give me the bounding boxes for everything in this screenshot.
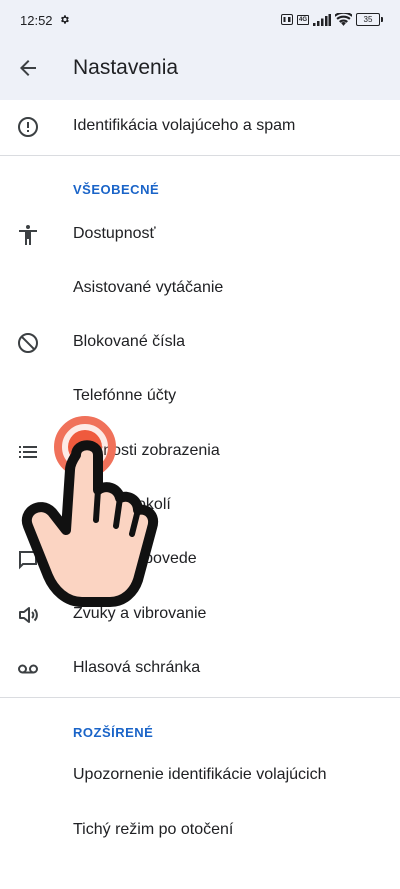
settings-item-voicemail[interactable]: Hlasová schránka bbox=[0, 642, 400, 696]
network-type: 4G bbox=[296, 14, 309, 25]
settings-item-label: Telefónne účty bbox=[73, 387, 177, 404]
settings-item-phone-accounts[interactable]: Telefónne účty bbox=[0, 370, 400, 424]
back-arrow-icon[interactable] bbox=[16, 56, 40, 80]
section-header-advanced: ROZŠÍRENÉ bbox=[73, 725, 154, 740]
settings-item-flip-to-silence[interactable]: Tichý režim po otočení bbox=[0, 804, 400, 858]
app-bar: Nastavenia bbox=[0, 36, 400, 100]
settings-gear-icon bbox=[61, 15, 69, 24]
battery-indicator: 35 bbox=[356, 13, 383, 26]
status-time: 12:52 bbox=[20, 13, 53, 28]
voicemail-icon bbox=[18, 664, 38, 674]
settings-item-label: Blokované čísla bbox=[73, 333, 186, 350]
hd-icon bbox=[280, 14, 293, 25]
settings-item-label: Tichý režim po otočení bbox=[73, 821, 234, 838]
page-title: Nastavenia bbox=[73, 56, 179, 79]
settings-item-label: Hlasová schránka bbox=[73, 659, 201, 676]
status-indicators: 4G 35 bbox=[280, 13, 383, 26]
divider bbox=[0, 155, 400, 156]
signal-icon bbox=[313, 13, 331, 26]
alert-circle-icon bbox=[18, 117, 38, 137]
wifi-icon bbox=[335, 13, 352, 26]
settings-item-label: Identifikácia volajúceho a spam bbox=[73, 117, 296, 134]
settings-item-assisted-dialing[interactable]: Asistované vytáčanie bbox=[0, 262, 400, 316]
pointing-hand-icon bbox=[21, 440, 158, 607]
section-header-general: VŠEOBECNÉ bbox=[73, 182, 160, 197]
settings-item-caller-id-spam[interactable]: Identifikácia volajúceho a spam bbox=[0, 100, 400, 154]
status-bar: 12:52 4G 35 bbox=[0, 0, 400, 36]
settings-item-label: Dostupnosť bbox=[73, 225, 156, 242]
settings-item-label: Asistované vytáčanie bbox=[73, 279, 224, 296]
divider bbox=[0, 697, 400, 698]
settings-item-caller-id-announcement[interactable]: Upozornenie identifikácie volajúcich bbox=[0, 749, 400, 803]
accessibility-icon bbox=[19, 225, 37, 245]
settings-item-blocked-numbers[interactable]: Blokované čísla bbox=[0, 316, 400, 370]
settings-item-accessibility[interactable]: Dostupnosť bbox=[0, 208, 400, 262]
block-icon bbox=[18, 333, 38, 353]
settings-item-label: Upozornenie identifikácie volajúcich bbox=[73, 766, 327, 783]
